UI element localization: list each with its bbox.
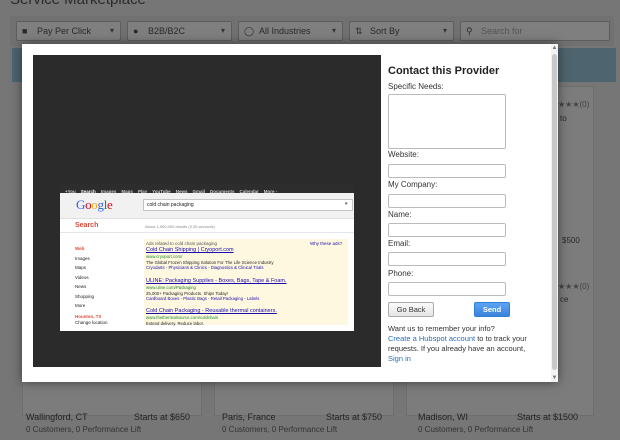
name-field[interactable] [388, 223, 506, 237]
specific-needs-textarea[interactable] [388, 94, 506, 149]
left-nav-item: Videos [75, 274, 89, 280]
email-field[interactable] [388, 252, 506, 266]
remember-info-note: Want us to remember your info? Create a … [388, 324, 550, 364]
contact-modal: +You Search Images Maps Play YouTube News Gmail… [22, 44, 558, 382]
modal-scrollbar[interactable]: ▲ ▼ [551, 44, 558, 382]
google-left-nav: Web Images Maps Videos News Shopping Mor… [75, 244, 135, 311]
google-query: cold chain packaging [147, 202, 194, 208]
scroll-down-arrow-icon[interactable]: ▼ [551, 374, 558, 382]
send-button[interactable]: Send [474, 302, 510, 317]
ad-title: ULINE: Packaging Supplies - Boxes, Bags,… [146, 278, 287, 284]
logo-letter: e [107, 197, 113, 212]
ad-title: Cold Chain Shipping | Cryoport.com [146, 247, 234, 253]
specific-needs-label: Specific Needs: [388, 82, 444, 91]
google-location: Houston, TX Change location [75, 314, 108, 326]
left-nav-item: Maps [75, 265, 87, 270]
google-results-screenshot: +You Search Images Maps Play YouTube News Gmail… [60, 184, 354, 331]
google-topbar: +You Search Images Maps Play YouTube News Gmail… [60, 184, 354, 194]
name-label: Name: [388, 210, 412, 219]
ad-result: Cold Chain Shipping | Cryoport.com www.c… [146, 247, 346, 271]
logo-letter: G [76, 197, 86, 212]
google-search-box: cold chain packaging ● [143, 199, 353, 211]
ad-result: Cold Chain Packaging - Reusable thermal … [146, 308, 346, 326]
why-these-ads-link: Why these ads? [310, 241, 343, 246]
google-search-label: Search [75, 222, 99, 229]
sign-in-link[interactable]: Sign in [388, 354, 411, 363]
left-nav-item: Shopping [75, 293, 95, 299]
email-label: Email: [388, 239, 411, 248]
scrollbar-thumb[interactable] [552, 54, 557, 370]
ads-related-line: Ads related to cold chain packaging [146, 241, 218, 246]
ad-sitelinks: Cryodarts - Physicians & Clinics - Diagn… [146, 265, 264, 270]
website-field[interactable] [388, 164, 506, 178]
ad-sitelinks: Cardboard Boxes - Plastic Bags - Retail … [146, 296, 260, 301]
ad-result: ULINE: Packaging Supplies - Boxes, Bags,… [146, 278, 346, 302]
google-logo: Google [76, 197, 113, 213]
left-nav-item: Images [75, 255, 90, 261]
left-nav-item: More [75, 303, 86, 308]
phone-label: Phone: [388, 269, 414, 278]
form-title: Contact this Provider [388, 65, 500, 77]
scroll-up-arrow-icon[interactable]: ▲ [551, 44, 558, 52]
ad-description: Extend delivery. Reduce labor. [146, 320, 204, 326]
microphone-icon: ● [344, 201, 348, 207]
company-field[interactable] [388, 194, 506, 208]
ad-title: Cold Chain Packaging - Reusable thermal … [146, 308, 277, 314]
create-account-link[interactable]: Create a Hubspot account [388, 334, 475, 343]
company-label: My Company: [388, 180, 438, 189]
note-text: Want us to remember your info? [388, 324, 495, 333]
contact-form: Contact this Provider Specific Needs: We… [388, 44, 548, 382]
left-nav-item: Web [75, 246, 85, 251]
go-back-button[interactable]: Go Back [388, 302, 434, 317]
website-label: Website: [388, 150, 419, 159]
google-result-stats: About 1,590,000 results (0.35 seconds) [145, 224, 215, 229]
left-nav-item: News [75, 284, 87, 289]
change-location-link: Change location [75, 320, 108, 325]
phone-field[interactable] [388, 282, 506, 296]
